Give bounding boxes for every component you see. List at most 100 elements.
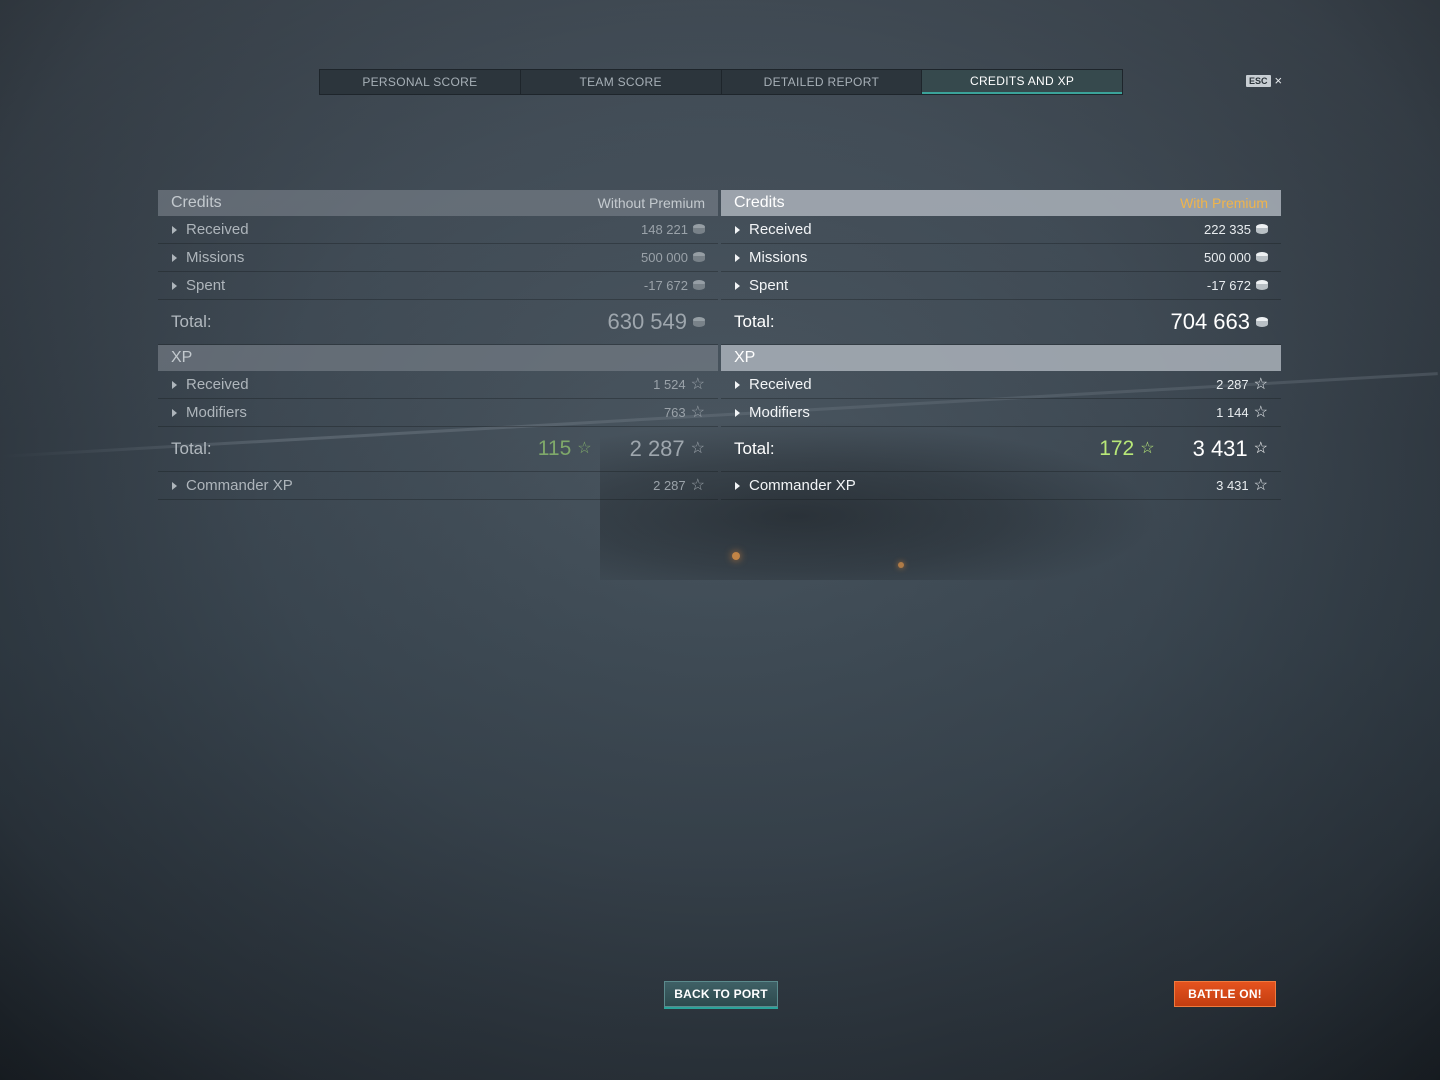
star-icon: ☆ [1253,476,1268,494]
credits-missions-row[interactable]: Missions 500 000 [721,244,1281,272]
row-label: Received [749,221,812,238]
expand-arrow-icon [172,225,177,234]
credits-title: Credits [734,194,785,211]
xp-header: XP [158,345,718,371]
expand-arrow-icon [735,408,740,417]
star-icon: ☆ [690,403,705,421]
expand-arrow-icon [735,380,740,389]
credits-header: Credits With Premium [721,190,1281,216]
background-fire [732,552,740,560]
total-label: Total: [734,439,775,458]
star-icon: ☆ [690,476,705,494]
credits-total-row: Total: 630 549 [158,300,718,345]
with-premium-panel: Credits With Premium Received 222 335 Mi… [721,190,1281,500]
credits-missions-row[interactable]: Missions 500 000 [158,244,718,272]
row-label: Spent [749,277,789,294]
row-label: Commander XP [186,477,293,494]
mode-label: With Premium [1180,195,1268,211]
xp-title: XP [734,349,756,366]
credits-spent-row[interactable]: Spent -17 672 [158,272,718,300]
row-value: 500 000 [641,250,688,265]
row-value: 3 431 [1216,478,1249,493]
star-icon: ☆ [1253,375,1268,393]
expand-arrow-icon [172,408,177,417]
row-label: Received [186,376,249,393]
credit-coin-icon [1256,280,1268,291]
close-button[interactable]: ESC × [1246,73,1282,88]
credits-total-value: 704 663 [1170,309,1250,334]
report-tabs: PERSONAL SCORE TEAM SCORE DETAILED REPOR… [319,69,1123,95]
expand-arrow-icon [735,225,740,234]
expand-arrow-icon [735,253,740,262]
xp-total-value: 2 287 [629,436,685,461]
xp-modifiers-row[interactable]: Modifiers 763 ☆ [158,399,718,427]
credits-received-row[interactable]: Received 222 335 [721,216,1281,244]
row-value: 500 000 [1204,250,1251,265]
without-premium-panel: Credits Without Premium Received 148 221… [158,190,718,500]
total-label: Total: [171,439,212,458]
expand-arrow-icon [735,281,740,290]
row-value: 2 287 [653,478,686,493]
free-xp-value: 172 [1099,437,1135,460]
row-value: 2 287 [1216,377,1249,392]
credits-title: Credits [171,194,222,211]
credit-coin-icon [1256,316,1268,328]
credits-received-row[interactable]: Received 148 221 [158,216,718,244]
row-label: Modifiers [749,404,810,421]
star-icon: ☆ [1140,440,1155,457]
close-icon: × [1274,73,1283,88]
row-label: Missions [186,249,245,266]
expand-arrow-icon [172,481,177,490]
xp-received-row[interactable]: Received 2 287 ☆ [721,371,1281,399]
star-icon: ☆ [690,440,705,457]
background-fire [898,562,904,568]
back-to-port-button[interactable]: BACK TO PORT [664,981,778,1007]
expand-arrow-icon [735,481,740,490]
row-value: -17 672 [643,278,688,293]
row-value: 148 221 [641,222,688,237]
xp-modifiers-row[interactable]: Modifiers 1 144 ☆ [721,399,1281,427]
esc-key-badge: ESC [1246,74,1271,87]
tab-personal-score[interactable]: PERSONAL SCORE [320,70,521,94]
row-value: 222 335 [1204,222,1251,237]
star-icon: ☆ [690,375,705,393]
credit-coin-icon [693,316,705,328]
xp-title: XP [171,349,193,366]
star-icon: ☆ [577,440,592,457]
row-label: Spent [186,277,226,294]
row-label: Missions [749,249,808,266]
star-icon: ☆ [1253,403,1268,421]
credits-total-value: 630 549 [607,309,687,334]
total-label: Total: [171,312,212,331]
commander-xp-row[interactable]: Commander XP 3 431 ☆ [721,472,1281,500]
tab-credits-and-xp[interactable]: CREDITS AND XP [922,70,1122,94]
row-label: Commander XP [749,477,856,494]
row-value: 1 144 [1216,405,1249,420]
row-value: 1 524 [653,377,686,392]
battle-on-button[interactable]: BATTLE ON! [1174,981,1276,1007]
xp-total-row: Total: 115 ☆ 2 287 ☆ [158,427,718,472]
credits-total-row: Total: 704 663 [721,300,1281,345]
row-label: Received [749,376,812,393]
credit-coin-icon [693,224,705,235]
credit-coin-icon [693,280,705,291]
xp-total-row: Total: 172 ☆ 3 431 ☆ [721,427,1281,472]
star-icon: ☆ [1253,440,1268,457]
mode-label: Without Premium [597,195,705,211]
row-label: Modifiers [186,404,247,421]
row-value: -17 672 [1206,278,1251,293]
expand-arrow-icon [172,380,177,389]
credit-coin-icon [1256,252,1268,263]
free-xp-value: 115 [537,437,572,460]
tab-team-score[interactable]: TEAM SCORE [521,70,722,94]
xp-received-row[interactable]: Received 1 524 ☆ [158,371,718,399]
credits-spent-row[interactable]: Spent -17 672 [721,272,1281,300]
expand-arrow-icon [172,281,177,290]
row-label: Received [186,221,249,238]
credits-header: Credits Without Premium [158,190,718,216]
row-value: 763 [663,405,686,420]
tab-detailed-report[interactable]: DETAILED REPORT [722,70,923,94]
credit-coin-icon [1256,224,1268,235]
commander-xp-row[interactable]: Commander XP 2 287 ☆ [158,472,718,500]
credit-coin-icon [693,252,705,263]
